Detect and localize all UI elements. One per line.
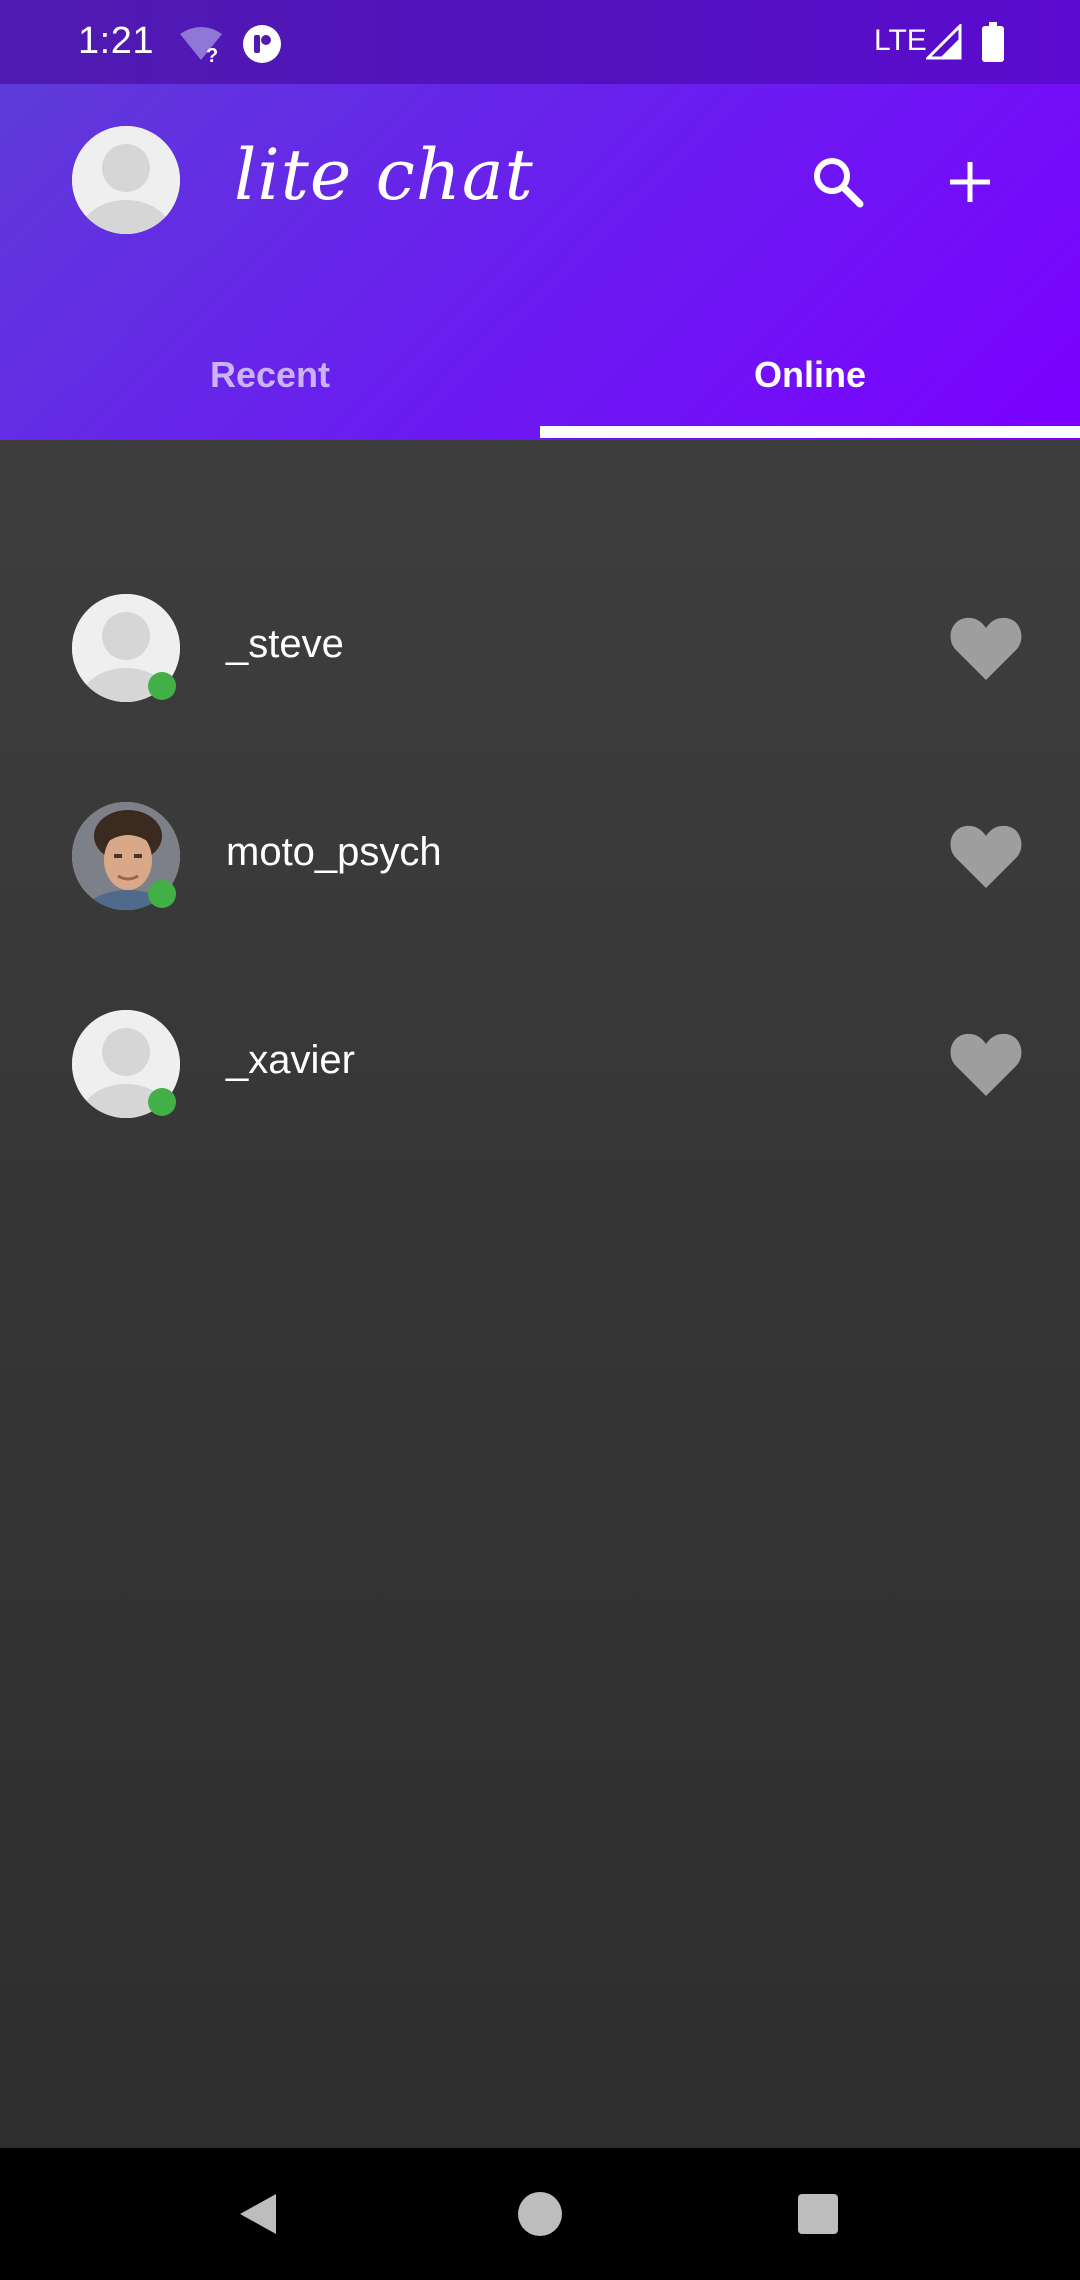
screen: 1:21 ? LTE lite chat Recent Online _stev… <box>0 0 1080 2280</box>
svg-text:?: ? <box>206 45 218 64</box>
network-type: LTE <box>874 24 927 57</box>
system-nav-bar <box>0 2148 1080 2280</box>
tab-recent[interactable]: Recent <box>0 310 540 440</box>
list-item[interactable]: _steve <box>0 544 1080 752</box>
tab-online[interactable]: Online <box>540 310 1080 440</box>
tab-bar: Recent Online <box>0 310 1080 440</box>
user-name: moto_psych <box>226 830 442 874</box>
user-name: _steve <box>226 622 344 666</box>
battery-icon <box>982 22 1004 62</box>
heart-icon[interactable] <box>948 614 1024 682</box>
app-bar: lite chat Recent Online <box>0 84 1080 440</box>
home-icon[interactable] <box>518 2192 562 2236</box>
online-user-list: _steve moto_psych _xavier <box>0 440 1080 2148</box>
status-time: 1:21 <box>78 20 154 62</box>
wifi-question-icon: ? <box>180 27 222 64</box>
tab-indicator <box>540 426 1080 438</box>
default-avatar-icon <box>72 126 180 234</box>
add-icon[interactable] <box>938 150 1002 214</box>
search-icon[interactable] <box>806 150 870 214</box>
online-status-dot <box>148 880 176 908</box>
heart-icon[interactable] <box>948 1030 1024 1098</box>
profile-avatar[interactable] <box>72 126 180 234</box>
heart-icon[interactable] <box>948 822 1024 890</box>
online-status-dot <box>148 672 176 700</box>
signal-icon <box>926 24 962 60</box>
app-title: lite chat <box>234 134 534 216</box>
app-notification-icon <box>243 25 281 63</box>
user-name: _xavier <box>226 1038 355 1082</box>
status-bar: 1:21 ? LTE <box>0 0 1080 84</box>
online-status-dot <box>148 1088 176 1116</box>
recents-icon[interactable] <box>798 2194 838 2234</box>
list-item[interactable]: _xavier <box>0 960 1080 1168</box>
list-item[interactable]: moto_psych <box>0 752 1080 960</box>
back-icon[interactable] <box>236 2192 280 2236</box>
